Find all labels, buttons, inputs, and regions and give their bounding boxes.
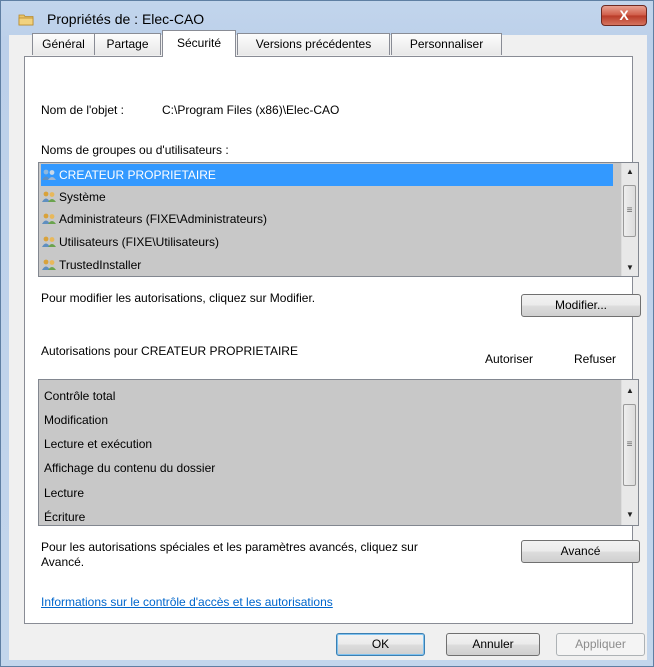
scroll-up-arrow-icon[interactable]: ▲ [622,163,638,180]
object-name-label: Nom de l'objet : [41,103,124,117]
group-item[interactable]: CREATEUR PROPRIETAIRE [41,164,613,186]
group-name: Administrateurs (FIXE\Administrateurs) [59,212,268,226]
permissions-label: Autorisations pour CREATEUR PROPRIETAIRE [41,344,298,358]
security-panel [24,56,633,624]
tab-general[interactable]: Général [32,33,95,55]
permission-row: Modification [44,413,109,427]
permission-row: Contrôle total [44,389,116,403]
group-name: TrustedInstaller [59,258,142,272]
groups-listbox[interactable]: CREATEUR PROPRIETAIRE Système Administra… [38,162,639,277]
group-name: CREATEUR PROPRIETAIRE [59,168,216,182]
permissions-scrollbar[interactable]: ▲ ≡ ▼ [621,380,638,525]
access-control-info-link[interactable]: Informations sur le contrôle d'accès et … [41,595,333,609]
modify-hint: Pour modifier les autorisations, cliquez… [41,291,316,305]
permission-row: Affichage du contenu du dossier [44,461,216,475]
folder-icon [18,14,34,26]
user-group-icon [41,188,57,202]
scroll-down-arrow-icon[interactable]: ▼ [622,259,638,276]
user-group-icon [41,256,57,270]
permission-row: Écriture [44,510,86,524]
title-bar[interactable]: Propriétés de : Elec-CAO X [1,1,653,35]
advanced-hint-line2: Avancé. [41,555,85,569]
permission-row: Lecture [44,486,85,500]
properties-window: Propriétés de : Elec-CAO X Général Parta… [0,0,654,667]
tab-previous-versions[interactable]: Versions précédentes [237,33,390,55]
scroll-thumb[interactable]: ≡ [623,404,636,486]
tab-security[interactable]: Sécurité [162,30,236,57]
modify-button[interactable]: Modifier... [521,294,641,317]
user-group-icon [41,210,57,224]
group-name: Système [59,190,106,204]
advanced-hint-line1: Pour les autorisations spéciales et les … [41,540,418,554]
group-item[interactable]: TrustedInstaller [41,254,141,276]
user-group-icon [41,166,57,180]
cancel-button[interactable]: Annuler [446,633,540,656]
scroll-up-arrow-icon[interactable]: ▲ [622,382,638,399]
object-name-value: C:\Program Files (x86)\Elec-CAO [162,103,340,117]
groups-label: Noms de groupes ou d'utilisateurs : [41,143,229,157]
group-item[interactable]: Utilisateurs (FIXE\Utilisateurs) [41,231,219,253]
group-item[interactable]: Système [41,186,106,208]
window-title: Propriétés de : Elec-CAO [47,11,205,27]
group-item[interactable]: Administrateurs (FIXE\Administrateurs) [41,208,267,230]
user-group-icon [41,233,57,247]
ok-button[interactable]: OK [336,633,425,656]
group-name: Utilisateurs (FIXE\Utilisateurs) [59,235,220,249]
close-button[interactable]: X [601,5,647,26]
advanced-button[interactable]: Avancé [521,540,640,563]
allow-header: Autoriser [485,352,534,366]
tab-customize[interactable]: Personnaliser [391,33,502,55]
apply-button[interactable]: Appliquer [556,633,645,656]
deny-header: Refuser [574,352,617,366]
scroll-thumb[interactable]: ≡ [623,185,636,237]
permission-row: Lecture et exécution [44,437,153,451]
scroll-down-arrow-icon[interactable]: ▼ [622,506,638,523]
groups-scrollbar[interactable]: ▲ ≡ ▼ [621,163,638,276]
tab-sharing[interactable]: Partage [94,33,161,55]
permissions-listbox[interactable]: Contrôle total Modification Lecture et e… [38,379,639,526]
